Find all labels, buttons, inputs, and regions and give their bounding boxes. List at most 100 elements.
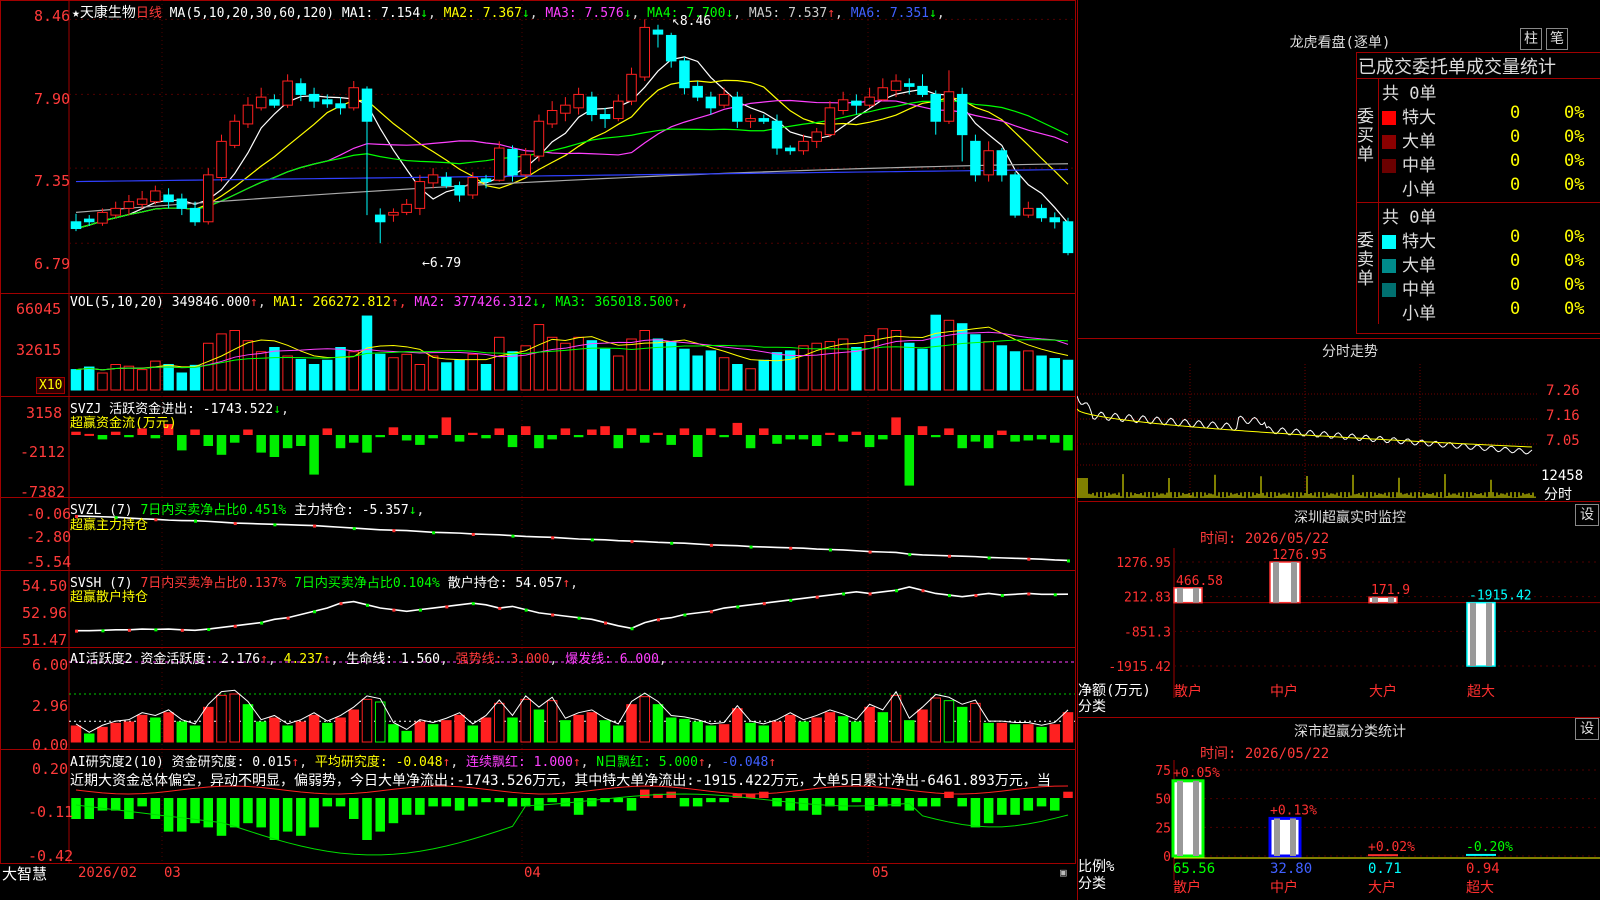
volume-bar (626, 338, 637, 391)
research-bar (269, 798, 280, 840)
research-bar (851, 798, 862, 803)
research-bar (759, 791, 769, 798)
activity-bar (837, 716, 849, 743)
high-label: ↖8.46 (672, 14, 712, 29)
sz-monitor-category: 超大 (1467, 684, 1495, 700)
candle-body (904, 83, 915, 87)
candle-body (295, 83, 307, 95)
activity-bar (308, 714, 320, 743)
order-row: 大单 0 0% (1382, 127, 1600, 152)
y-tick: 54.50 (22, 577, 68, 595)
order-row-pct: 0% (1564, 251, 1585, 271)
sz-monitor-bar (1173, 587, 1203, 604)
sz-monitor-settings-button[interactable]: 设 (1575, 504, 1599, 526)
activity-bar (361, 698, 373, 743)
lock-icon[interactable]: ▣ (1060, 866, 1067, 879)
activity-bar (255, 721, 267, 743)
candle-body (851, 100, 862, 106)
candle-body (507, 148, 518, 176)
sz-class-category: 散户 (1173, 879, 1201, 896)
candle-body (493, 147, 505, 181)
svzj-bar (243, 429, 253, 435)
research-bar (970, 798, 981, 828)
svzj-bar (1036, 435, 1047, 440)
svzj-bar (798, 435, 809, 440)
research-bar (534, 798, 544, 811)
volume-bar (70, 369, 82, 391)
svsh-dot (868, 592, 872, 596)
order-row-name: 特大 (1402, 108, 1436, 128)
svsh-dot (921, 589, 925, 593)
svzl-dot (432, 531, 436, 535)
order-color-swatch (1382, 283, 1396, 297)
order-row-count: 0 (1510, 251, 1521, 271)
volume-bar (904, 342, 915, 391)
svzj-bar (904, 435, 915, 486)
research-bar (137, 798, 147, 807)
order-row-count: 0 (1510, 103, 1521, 123)
sz-class-value-label: 0.71 (1368, 861, 1402, 877)
sz-monitor-chart[interactable]: 1276.95 212.83 -851.3 -1915.42 466.58 散户 1276.… (1077, 548, 1600, 718)
svsh-dot (1053, 593, 1057, 597)
svzl-line (75, 515, 1069, 562)
sz-monitor-bar (1466, 601, 1496, 667)
svzj-bar (97, 435, 108, 440)
activity-bar (414, 721, 426, 743)
svsh-dot (630, 627, 634, 631)
research-bar (335, 798, 346, 807)
sz-class-chart[interactable]: 75 50 25 0 +0.05% 65.56 散户 +0.13% 32.80 中户 +0.02% 0… (1077, 760, 1600, 900)
stage: 8.46 7.90 7.35 6.79 66045 32615 X10 3158… (0, 0, 1600, 900)
order-row-pct: 0% (1564, 127, 1585, 147)
sz-monitor-value-label: 466.58 (1176, 574, 1223, 589)
svzj-bar (653, 432, 663, 435)
activity-bar (573, 714, 584, 743)
order-row-name: 大单 (1402, 132, 1436, 152)
svsh-dot (524, 608, 528, 612)
svzj-bar (520, 426, 531, 435)
candle-body (599, 114, 611, 120)
svzj-bar (745, 435, 756, 449)
bar-shade (1177, 587, 1183, 603)
candle-body (890, 80, 902, 91)
volume-bar (348, 351, 360, 391)
ai1-header: AI活跃度2 资金活跃度: 2.176↑, 4.237↑, 生命线: 1.560… (70, 652, 667, 667)
research-bar (560, 798, 571, 807)
intraday-chart[interactable] (1077, 364, 1541, 498)
activity-bar (758, 725, 770, 743)
research-bar (481, 798, 491, 803)
svzj-bar (494, 428, 505, 435)
research-bar (917, 798, 928, 807)
volume-bar (692, 355, 703, 391)
order-row: 中单 0 0% (1382, 151, 1600, 176)
x-tick: 05 (872, 865, 889, 881)
candle-body (732, 96, 743, 122)
tick-mode-button[interactable]: 笔 (1546, 28, 1568, 50)
research-bar (679, 798, 690, 807)
candle-body (546, 110, 558, 125)
volume-bar (996, 345, 1008, 391)
volume-bar (163, 364, 174, 391)
activity-bar (229, 693, 240, 743)
research-bar (719, 798, 729, 803)
order-color-swatch (1382, 159, 1396, 173)
svsh-dot (286, 616, 290, 620)
activity-bar (970, 702, 981, 743)
activity-bar (189, 725, 201, 743)
stock-name[interactable]: 天康生物 (80, 5, 136, 21)
candle-body (970, 140, 981, 176)
sz-class-settings-button[interactable]: 设 (1575, 718, 1599, 740)
activity-bar (904, 720, 915, 743)
activity-bar (322, 722, 333, 743)
sz-class-y-tick: 25 (1155, 821, 1171, 836)
svzj-bar (626, 428, 637, 435)
sz-monitor-y-tick: -1915.42 (1108, 660, 1171, 675)
svzj-bar (150, 435, 161, 439)
candle-body (110, 207, 121, 216)
svzj-bar (732, 422, 743, 435)
order-row: 小单 0 0% (1382, 299, 1600, 324)
svzj-bar (679, 428, 690, 435)
period-label[interactable]: 日线 (136, 6, 162, 21)
bar-mode-button[interactable]: 柱 (1520, 28, 1542, 50)
candle-body (242, 104, 254, 125)
volume-bar (599, 348, 611, 391)
